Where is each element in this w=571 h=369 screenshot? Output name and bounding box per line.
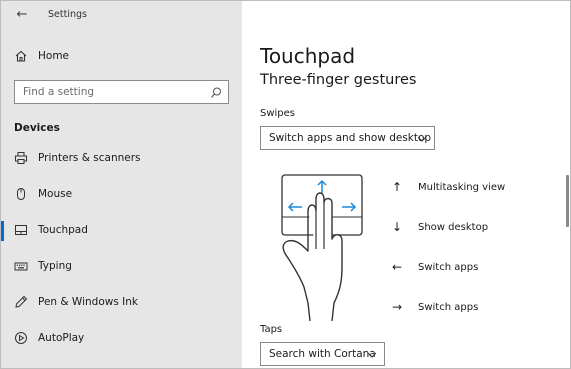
sidebar-item-label: Printers & scanners: [38, 152, 141, 164]
arrow-right-icon: →: [391, 300, 403, 314]
section-heading: Devices: [14, 122, 60, 134]
section-subtitle: Three-finger gestures: [260, 72, 417, 88]
app-title: Settings: [48, 9, 87, 20]
search-placeholder: Find a setting: [23, 86, 95, 98]
pen-icon: [14, 295, 28, 309]
keyboard-icon: [14, 259, 28, 273]
touchpad-icon: [14, 223, 28, 237]
gesture-legend-label: Show desktop: [418, 222, 489, 233]
sidebar-item-mouse[interactable]: Mouse: [1, 183, 242, 207]
sidebar-item-touchpad[interactable]: Touchpad: [1, 219, 242, 243]
scrollbar-thumb[interactable]: [566, 175, 569, 227]
sidebar: ← Settings Home Find a setting Devices P…: [1, 1, 242, 368]
gesture-legend-item: ↓ Show desktop: [390, 219, 560, 237]
gesture-legend-label: Switch apps: [418, 302, 479, 313]
swipes-label: Swipes: [260, 108, 296, 119]
gesture-legend-item: → Switch apps: [390, 299, 560, 317]
sidebar-item-autoplay[interactable]: AutoPlay: [1, 327, 242, 351]
arrow-up-icon: ↑: [391, 180, 403, 194]
mouse-icon: [14, 187, 28, 201]
gesture-legend-label: Multitasking view: [418, 182, 506, 193]
sidebar-item-label: Mouse: [38, 188, 73, 200]
swipes-dropdown-value: Switch apps and show desktop: [269, 132, 432, 144]
swipes-dropdown[interactable]: Switch apps and show desktop: [260, 126, 435, 150]
sidebar-item-label: Home: [38, 50, 70, 62]
taps-dropdown[interactable]: Search with Cortana: [260, 342, 385, 366]
sidebar-item-typing[interactable]: Typing: [1, 255, 242, 279]
three-finger-gesture-illustration: [272, 169, 382, 322]
arrow-down-icon: ↓: [391, 220, 403, 234]
settings-window: ← Settings Home Find a setting Devices P…: [0, 0, 571, 369]
sidebar-item-label: AutoPlay: [38, 332, 85, 344]
chevron-down-icon: [416, 131, 428, 145]
back-arrow-icon[interactable]: ←: [13, 7, 31, 23]
printer-icon: [14, 151, 28, 165]
page-title: Touchpad: [260, 44, 356, 68]
taps-dropdown-value: Search with Cortana: [269, 348, 376, 360]
search-input[interactable]: Find a setting: [14, 80, 229, 104]
arrow-left-icon: ←: [391, 260, 403, 274]
sidebar-item-pen-windows-ink[interactable]: Pen & Windows Ink: [1, 291, 242, 315]
sidebar-item-label: Touchpad: [38, 224, 88, 236]
taps-label: Taps: [260, 324, 283, 335]
gesture-legend-item: ← Switch apps: [390, 259, 560, 277]
autoplay-icon: [14, 331, 28, 345]
home-icon: [14, 49, 28, 63]
main-content: Touchpad Three-finger gestures Swipes Sw…: [242, 1, 570, 368]
sidebar-item-home[interactable]: Home: [1, 45, 242, 69]
sidebar-item-label: Typing: [38, 260, 72, 272]
chevron-down-icon: [366, 347, 378, 361]
title-bar: ← Settings: [1, 1, 242, 29]
gesture-legend-item: ↑ Multitasking view: [390, 179, 560, 197]
sidebar-item-printers-scanners[interactable]: Printers & scanners: [1, 147, 242, 171]
sidebar-item-label: Pen & Windows Ink: [38, 296, 138, 308]
search-icon[interactable]: [210, 85, 222, 99]
gesture-legend-label: Switch apps: [418, 262, 479, 273]
